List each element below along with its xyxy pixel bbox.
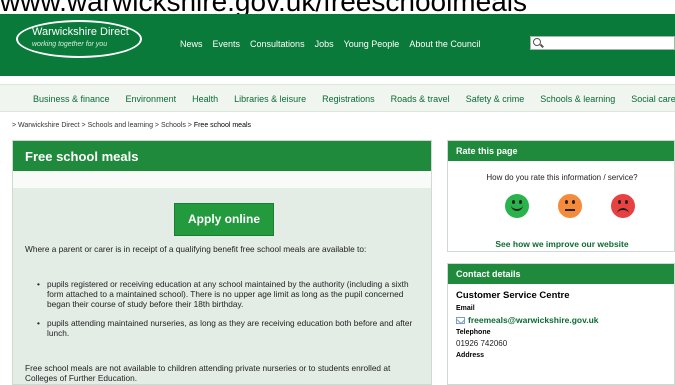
main-nav-roads[interactable]: Roads & travel — [391, 94, 450, 104]
url-caption: www.warwickshire.gov.uk/freeschoolmeals — [0, 0, 675, 14]
content-divider — [13, 171, 431, 188]
top-nav-jobs[interactable]: Jobs — [315, 39, 334, 49]
breadcrumb-trail[interactable]: > Warwickshire Direct > Schools and lear… — [12, 122, 194, 129]
sad-face-icon[interactable] — [611, 194, 635, 218]
contact-panel: Contact details Customer Service Centre … — [447, 263, 675, 385]
address-label: Address — [456, 352, 485, 359]
email-label: Email — [456, 305, 475, 312]
top-nav-events[interactable]: Events — [213, 39, 241, 49]
logo-title: Warwickshire Direct — [32, 26, 129, 38]
site-logo[interactable]: Warwickshire Direct working together for… — [16, 20, 142, 58]
main-nav: Business & finance Environment Health Li… — [0, 84, 675, 112]
top-nav-young-people[interactable]: Young People — [344, 39, 400, 49]
top-nav-news[interactable]: News — [180, 39, 203, 49]
site-header: Warwickshire Direct working together for… — [0, 14, 675, 76]
contact-panel-title: Contact details — [448, 264, 674, 284]
rate-panel-title: Rate this page — [448, 141, 674, 161]
main-nav-safety[interactable]: Safety & crime — [466, 94, 525, 104]
exclusion-text: Free school meals are not available to c… — [25, 363, 391, 383]
main-nav-social-care[interactable]: Social care — [631, 94, 675, 104]
top-nav: News Events Consultations Jobs Young Peo… — [180, 39, 480, 49]
list-item: pupils attending maintained nurseries, a… — [37, 318, 421, 338]
phone-number: 01926 742060 — [456, 339, 508, 348]
page-title: Free school meals — [13, 141, 431, 171]
search-input[interactable] — [530, 36, 675, 50]
main-content: Free school meals Apply online Where a p… — [12, 140, 432, 385]
breadcrumb: > Warwickshire Direct > Schools and lear… — [12, 122, 251, 129]
rating-faces — [505, 194, 635, 218]
apply-online-button[interactable]: Apply online — [174, 203, 274, 236]
email-link[interactable]: freemeals@warwickshire.gov.uk — [468, 315, 599, 325]
top-nav-about[interactable]: About the Council — [409, 39, 480, 49]
logo-tagline: working together for you — [32, 41, 108, 48]
rate-question: How do you rate this information / servi… — [486, 173, 638, 182]
contact-org: Customer Service Centre — [456, 290, 570, 301]
envelope-icon — [456, 316, 465, 324]
main-nav-schools[interactable]: Schools & learning — [540, 94, 615, 104]
rate-panel: Rate this page How do you rate this info… — [447, 140, 675, 252]
main-nav-libraries[interactable]: Libraries & leisure — [234, 94, 306, 104]
neutral-face-icon[interactable] — [558, 194, 582, 218]
eligibility-list: pupils registered or receiving education… — [37, 279, 421, 347]
main-nav-health[interactable]: Health — [192, 94, 218, 104]
phone-label: Telephone — [456, 329, 491, 336]
breadcrumb-current: Free school meals — [193, 122, 252, 129]
improve-website-link[interactable]: See how we improve our website — [448, 239, 675, 249]
search-icon[interactable] — [533, 38, 541, 46]
list-item: pupils registered or receiving education… — [37, 279, 421, 309]
happy-face-icon[interactable] — [505, 194, 529, 218]
main-nav-registrations[interactable]: Registrations — [322, 94, 375, 104]
main-nav-environment[interactable]: Environment — [126, 94, 177, 104]
main-nav-business[interactable]: Business & finance — [33, 94, 110, 104]
top-nav-consultations[interactable]: Consultations — [250, 39, 305, 49]
intro-text: Where a parent or carer is in receipt of… — [25, 244, 367, 254]
